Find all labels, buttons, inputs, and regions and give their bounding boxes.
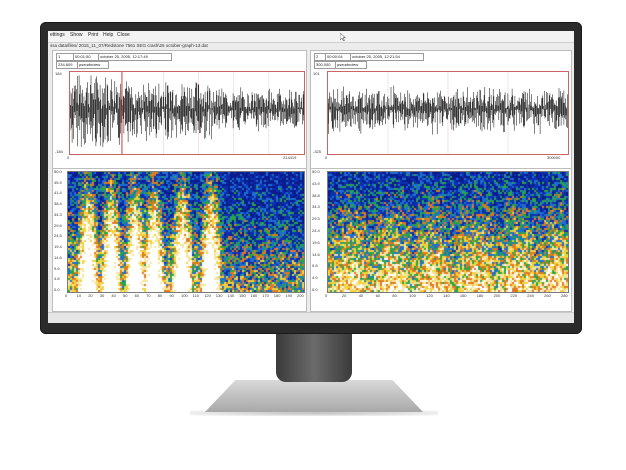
menu-item-print[interactable]: Print	[88, 32, 98, 38]
menu-item-show[interactable]: Show	[70, 32, 83, 38]
menu-item-help[interactable]: Help	[103, 32, 113, 38]
rsx-tick: 40	[358, 293, 364, 298]
lsx-tick: 20	[88, 293, 93, 298]
rsy-tick: 19.6	[312, 239, 320, 245]
lsx-tick: 190	[285, 293, 293, 298]
lsx-tick: 130	[215, 293, 223, 298]
rsy-tick: 24.4	[312, 228, 320, 233]
right-offset-field[interactable]: 300.000	[314, 61, 336, 69]
rsx-tick: 120	[426, 293, 433, 298]
left-y-max-label: 184	[55, 71, 62, 76]
lsy-tick: 38.4	[54, 201, 62, 207]
left-waveform-panel: 1 00:01:50 october 25, 2005, 12:17:49 23…	[52, 50, 307, 169]
rsx-tick: 60	[375, 293, 381, 298]
rsx-tick: 220	[510, 293, 518, 298]
lsy-tick: 14.6	[54, 254, 62, 260]
rsy-tick: 29.3	[312, 216, 320, 222]
app-window: ettings Show Print Help Close ssa data/f…	[48, 31, 574, 323]
lsy-tick: 0.0	[54, 287, 60, 292]
rsx-tick: 160	[459, 293, 467, 298]
left-waveform-trace	[69, 72, 305, 154]
left-offset-field[interactable]: 234.609	[56, 61, 78, 69]
menu-bar: ettings Show Print Help Close	[48, 31, 574, 43]
right-waveform-panel: 2 00:00:04 october 25, 2005, 12:21:54 30…	[310, 50, 572, 169]
left-spectrogram-image	[68, 172, 304, 292]
right-date-field[interactable]: october 25, 2005, 12:21:54	[350, 53, 424, 61]
right-y-max-label: 101	[313, 71, 320, 76]
lsx-tick: 10	[76, 293, 82, 298]
lsy-tick: 4.8	[54, 276, 60, 282]
left-y-min-label: -184	[55, 149, 64, 154]
lsx-tick: 200	[297, 293, 304, 298]
left-waveform-plot[interactable]	[69, 71, 305, 155]
left-time-field[interactable]: 00:01:50	[73, 53, 99, 61]
rsy-tick: 0.0	[312, 287, 318, 292]
lsx-tick: 180	[273, 293, 281, 298]
rsx-tick: 0	[325, 293, 328, 298]
rsx-tick: 180	[476, 293, 484, 298]
lsy-tick: 34.3	[54, 211, 62, 217]
file-path-label: ssa data/files/ 2015_11_07/Redstone 7561…	[50, 43, 208, 48]
lsy-tick: 24.5	[54, 233, 62, 239]
lsy-tick: 45.9	[54, 179, 62, 185]
rsy-tick: 43.9	[312, 180, 320, 186]
lsx-tick: 90	[169, 293, 174, 298]
left-mode-select[interactable]: pseudoview	[77, 61, 109, 69]
left-spectrogram-plot[interactable]	[67, 171, 305, 293]
rsx-tick: 20	[341, 293, 347, 298]
lsx-tick: 150	[239, 293, 246, 298]
lsx-tick: 160	[250, 293, 258, 298]
lsx-tick: 100	[181, 293, 188, 298]
monitor-stand-base	[205, 380, 423, 412]
lsx-tick: 50	[123, 293, 128, 298]
right-x-min-label: 0	[325, 155, 328, 160]
rsy-tick: 38.8	[312, 192, 320, 198]
lsx-tick: 30	[99, 293, 105, 298]
right-spectrogram-image	[328, 172, 568, 292]
rsy-tick: 4.9	[312, 275, 318, 281]
lsy-tick: 50.0	[54, 169, 62, 174]
lsx-tick: 170	[262, 293, 269, 298]
lsx-tick: 60	[134, 293, 140, 298]
lsx-tick: 140	[227, 293, 235, 298]
lsx-tick: 80	[157, 293, 163, 298]
lsy-tick: 9.6	[54, 265, 60, 271]
right-spectrogram-plot[interactable]	[327, 171, 569, 293]
lsx-tick: 0	[65, 293, 68, 298]
lsx-tick: 110	[192, 293, 199, 298]
right-time-field[interactable]: 00:00:04	[325, 53, 351, 61]
right-waveform-trace	[327, 72, 568, 154]
rsy-tick: 14.6	[312, 251, 320, 257]
right-mode-select[interactable]: pseudoview	[335, 61, 367, 69]
lsy-tick: 41.4	[54, 190, 62, 196]
right-waveform-plot[interactable]	[327, 71, 569, 155]
rsy-tick: 34.3	[312, 204, 320, 210]
monitor-stand-neck	[276, 334, 352, 382]
mouse-cursor-icon	[340, 33, 346, 41]
left-date-field[interactable]: october 25, 2005, 12:17:49	[98, 53, 172, 61]
rsy-tick: 9.8	[312, 263, 318, 269]
left-x-min-label: 0	[67, 155, 70, 160]
rsy-tick: 50.0	[312, 169, 320, 174]
lsx-tick: 70	[146, 293, 151, 298]
lsy-tick: 29.6	[54, 222, 62, 228]
lsy-tick: 19.4	[54, 244, 62, 250]
rsx-tick: 80	[392, 293, 397, 298]
rsx-tick: 240	[527, 293, 534, 298]
left-channel-field[interactable]: 1	[56, 53, 74, 61]
rsx-tick: 140	[443, 293, 450, 298]
rsx-tick: 100	[409, 293, 416, 298]
menu-item-settings[interactable]: ettings	[50, 32, 65, 38]
left-spectrogram-panel: 50.0 45.9 41.4 38.4 34.3 29.6 24.5 19.4 14.6 9.6 4…	[52, 168, 307, 312]
status-bar	[48, 312, 574, 323]
rsx-tick: 200	[493, 293, 501, 298]
rsx-tick: 260	[544, 293, 551, 298]
right-spectrogram-panel: 50.0 43.9 38.8 34.3 29.3 24.4 19.6 14.6 9.8 4.9 0.…	[310, 168, 572, 312]
rsx-tick: 280	[561, 293, 568, 298]
right-y-min-label: -325	[313, 149, 322, 154]
lsx-tick: 120	[204, 293, 211, 298]
menu-item-close[interactable]: Close	[117, 32, 130, 38]
lsx-tick: 40	[111, 293, 116, 298]
